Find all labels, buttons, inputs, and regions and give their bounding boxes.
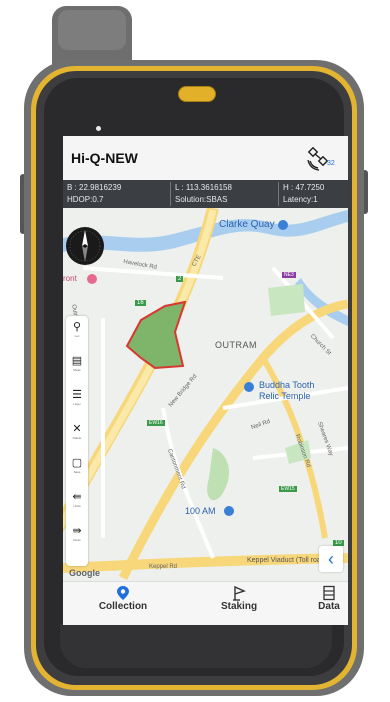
- status-divider: [278, 182, 279, 206]
- hdop-value: HDOP:0.7: [67, 195, 104, 204]
- buddha-tooth-pin[interactable]: [244, 382, 254, 392]
- front-camera: [96, 126, 101, 131]
- tool-label: Undo: [73, 504, 81, 508]
- staking-flag-icon: [233, 585, 246, 601]
- tool-label: Delete: [72, 436, 82, 440]
- tool-redo[interactable]: ⇛ Redo: [68, 524, 86, 550]
- route-badge: 16: [135, 300, 146, 306]
- tool-location[interactable]: ⚲ Loc: [68, 320, 86, 346]
- tool-undo[interactable]: ⇚ Undo: [68, 490, 86, 516]
- satellite-status-button[interactable]: 32: [305, 146, 339, 172]
- measure-icon: ▤: [71, 355, 83, 367]
- tool-label: Meas: [73, 368, 81, 372]
- device-antenna-cap: [58, 10, 126, 50]
- am-100-pin[interactable]: [224, 506, 234, 516]
- nav-collection[interactable]: Collection: [93, 585, 153, 612]
- device-bottom-dock: [60, 624, 332, 668]
- data-list-icon: [323, 585, 335, 601]
- clarke-quay-pin[interactable]: [278, 220, 288, 230]
- redo-icon: ⇛: [72, 525, 82, 537]
- mrt-badge: EW16: [147, 420, 165, 426]
- tool-delete[interactable]: ✕ Delete: [68, 422, 86, 448]
- mrt-badge: EW15: [279, 486, 297, 492]
- map-toolbar: ⚲ Loc ▤ Meas ☰ Layer ✕ Delete ▢ Save ⇚ U…: [66, 316, 88, 566]
- tool-label: Save: [73, 470, 81, 474]
- map-label-100-am: 100 AM: [185, 506, 216, 516]
- tool-label: Layer: [73, 402, 81, 406]
- longitude-value: L : 113.3616158: [175, 183, 232, 192]
- tool-save[interactable]: ▢ Save: [68, 456, 86, 482]
- latency-value: Latency:1: [283, 195, 318, 204]
- status-divider: [170, 182, 171, 206]
- map-label-buddha-tooth: Buddha Tooth: [259, 380, 315, 390]
- collected-polygon[interactable]: [125, 300, 187, 370]
- tool-measure[interactable]: ▤ Meas: [68, 354, 86, 380]
- nav-collection-label: Collection: [98, 601, 148, 612]
- collapse-panel-button[interactable]: ‹: [319, 546, 343, 572]
- person-location-icon: ⚲: [72, 321, 82, 333]
- position-status-bar: B : 22.9816239 L : 113.3616158 H : 47.72…: [63, 180, 348, 208]
- mrt-badge: NE3: [282, 272, 296, 278]
- delete-icon: ✕: [72, 423, 82, 435]
- park-area: [207, 448, 230, 501]
- park-area: [268, 284, 305, 316]
- route-badge: 2: [176, 276, 184, 282]
- app-title: Hi-Q-NEW: [71, 150, 138, 166]
- map-label-keppel-viaduct: Keppel Viaduct (Toll road): [247, 557, 328, 564]
- satellite-count: 32: [327, 160, 335, 167]
- save-icon: ▢: [71, 457, 83, 469]
- map-label-relic-temple: Relic Temple: [259, 391, 311, 401]
- tool-layers[interactable]: ☰ Layer: [68, 388, 86, 414]
- height-value: H : 47.7250: [283, 183, 325, 192]
- device-screen: Hi-Q-NEW 32 B : 22.9816239 L : 113.36161…: [63, 136, 348, 625]
- nav-data[interactable]: Data: [309, 585, 348, 612]
- layers-icon: ☰: [72, 389, 82, 401]
- map-view[interactable]: Clarke Quay OUTRAM Buddha Tooth Relic Te…: [63, 208, 348, 581]
- undo-icon: ⇚: [72, 491, 82, 503]
- bottom-navigation: Collection Staking Data: [63, 581, 348, 625]
- chevron-left-icon: ‹: [328, 549, 334, 569]
- nav-staking-label: Staking: [220, 601, 258, 612]
- solution-value: Solution:SBAS: [175, 195, 228, 204]
- tool-label: Loc: [74, 334, 80, 338]
- nav-staking[interactable]: Staking: [209, 585, 269, 612]
- map-label-clarke-quay: Clarke Quay: [219, 219, 275, 230]
- map-label-outram: OUTRAM: [215, 340, 257, 350]
- earpiece-speaker: [178, 86, 216, 102]
- tool-label: Redo: [73, 538, 81, 542]
- poi-pin[interactable]: [87, 274, 97, 284]
- nav-data-label: Data: [318, 601, 340, 612]
- latitude-value: B : 22.9816239: [67, 183, 122, 192]
- app-bar: Hi-Q-NEW 32: [63, 136, 348, 180]
- location-pin-icon: [117, 586, 129, 600]
- map-label-front: ront: [63, 274, 77, 283]
- satellite-icon: [307, 146, 329, 171]
- map-label-keppel-rd: Keppel Rd: [149, 564, 178, 570]
- google-logo: Google: [69, 568, 100, 578]
- compass-icon[interactable]: [66, 227, 104, 265]
